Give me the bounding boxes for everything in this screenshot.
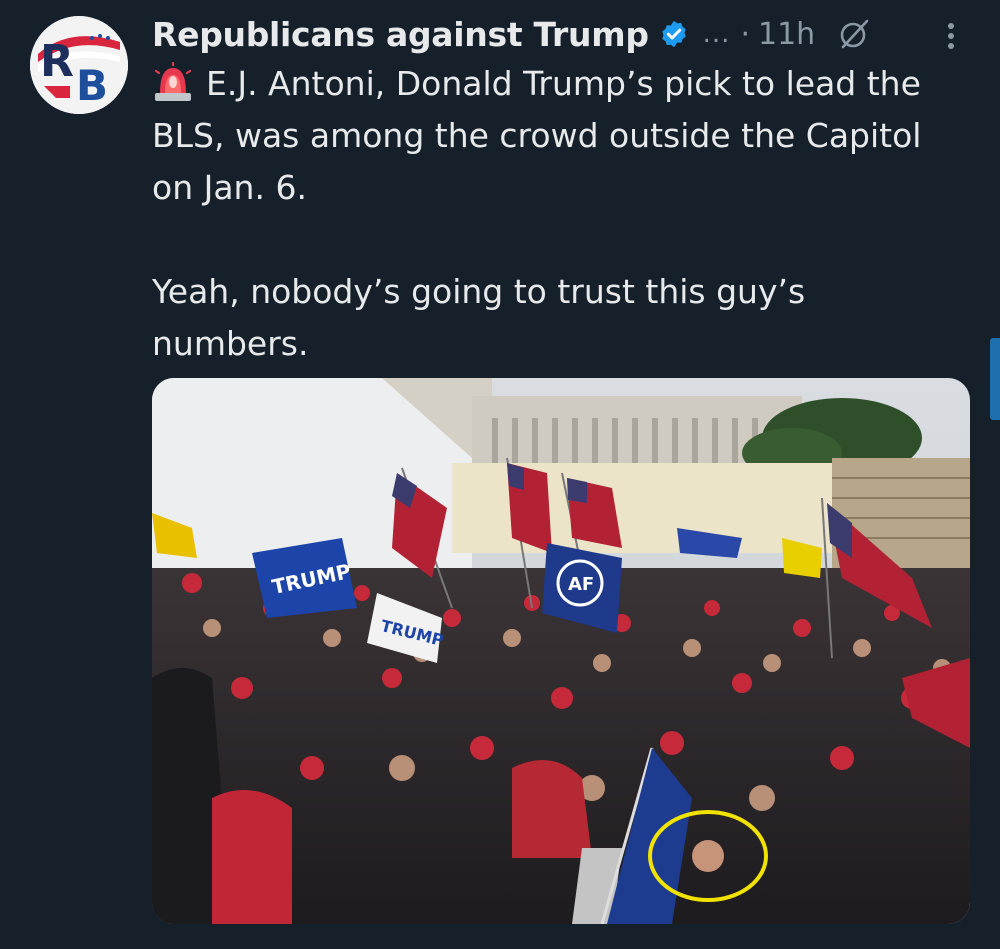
scroll-indicator[interactable] [990, 338, 1000, 420]
tweet-timestamp[interactable]: 11h [758, 17, 815, 52]
avatar-letter-b: B [76, 61, 108, 110]
tweet[interactable]: R B Republicans against Trump ... · 11h [0, 0, 1000, 949]
avatar-letter-r: R [40, 36, 74, 87]
verified-badge-icon [661, 20, 686, 48]
capitol-crowd-photo: TRUMP TRUMP AF [152, 378, 970, 924]
author-avatar[interactable]: R B [30, 16, 128, 114]
author-handle-truncated[interactable]: ... [703, 19, 731, 49]
tweet-paragraph-1: E.J. Antoni, Donald Trump’s pick to lead… [152, 58, 952, 214]
author-display-name[interactable]: Republicans against Trump [152, 15, 649, 54]
header-separator: · [740, 16, 750, 52]
tweet-paragraph-2: Yeah, nobody’s going to trust this guy’s… [152, 272, 806, 363]
more-vertical-icon[interactable] [936, 18, 966, 54]
tweet-photo[interactable]: TRUMP TRUMP AF [152, 378, 970, 924]
tweet-text: E.J. Antoni, Donald Trump’s pick to lead… [152, 58, 952, 370]
photo-flag-text-3: AF [568, 574, 594, 595]
rb-logo-icon: R B [30, 16, 128, 114]
tweet-text-line-1: E.J. Antoni, Donald Trump’s pick to lead… [152, 64, 922, 207]
grok-icon[interactable] [837, 17, 871, 51]
siren-emoji-icon [154, 62, 192, 101]
tweet-header: Republicans against Trump ... · 11h [152, 12, 871, 56]
